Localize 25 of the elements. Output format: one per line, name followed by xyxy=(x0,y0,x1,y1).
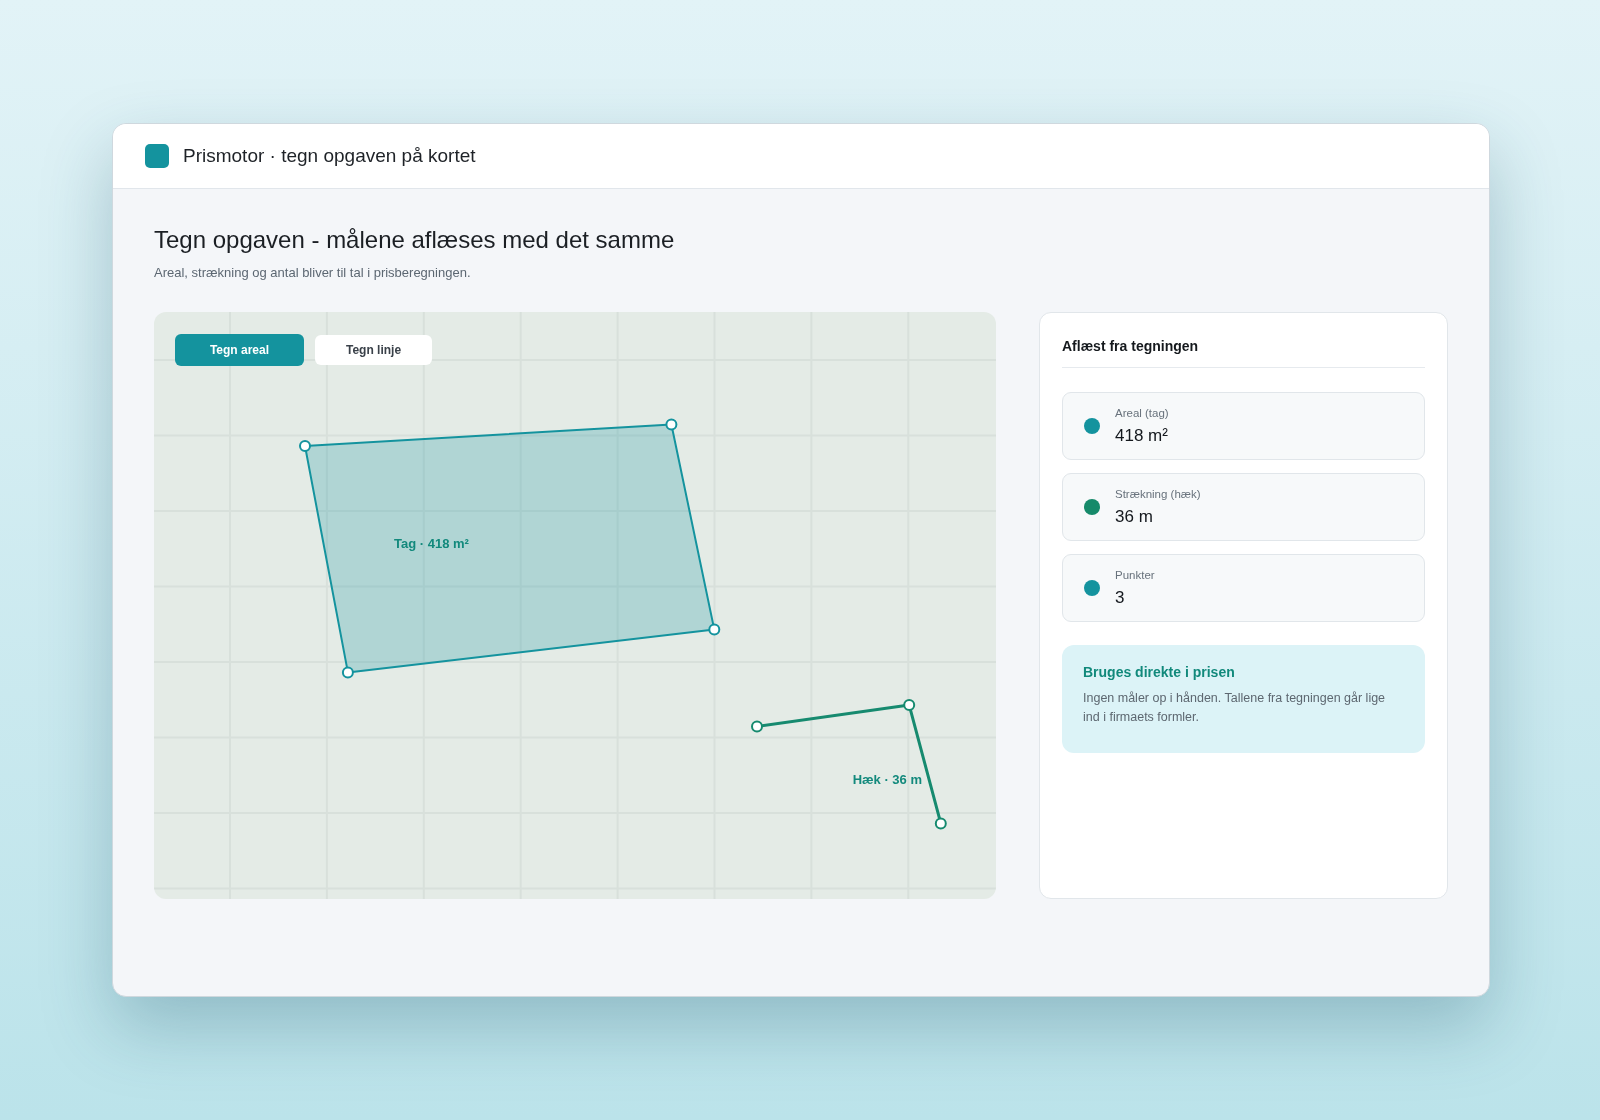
vertex-handle[interactable] xyxy=(934,817,947,830)
page-subtitle: Areal, strækning og antal bliver til tal i prisberegningen. xyxy=(154,264,471,282)
vertex-handle[interactable] xyxy=(708,623,721,636)
reading-value: 36 m xyxy=(1115,506,1154,528)
shape-label: Tag · 418 m² xyxy=(394,535,469,551)
tool-tab[interactable]: Tegn areal xyxy=(175,334,304,366)
reading-value: 418 m² xyxy=(1115,425,1169,447)
reading-label: Areal (tag) xyxy=(1115,406,1169,421)
tool-tab[interactable]: Tegn linje xyxy=(315,335,432,365)
reading-label: Punkter xyxy=(1115,568,1155,583)
logo-icon xyxy=(145,144,169,168)
map-canvas[interactable]: Tag · 418 m² Hæk · 36 m Tegn areal Tegn linje xyxy=(154,312,996,899)
reading-label: Strækning (hæk) xyxy=(1115,487,1201,502)
note-title: Bruges direkte i prisen xyxy=(1083,663,1236,682)
reading-value: 3 xyxy=(1115,587,1126,609)
vertex-handle[interactable] xyxy=(665,418,678,431)
vertex-handle[interactable] xyxy=(751,720,763,733)
page-heading: Tegn opgaven - målene aflæses med det samme xyxy=(154,225,675,255)
panel-title: Aflæst fra tegningen xyxy=(1062,338,1199,354)
note-text: Ingen måler op i hånden. Tallene fra tegningen går lige ind i firmaets formler. xyxy=(1083,690,1387,726)
shape-label: Hæk · 36 m xyxy=(852,771,922,787)
vertex-handle[interactable] xyxy=(341,666,354,679)
vertex-handle[interactable] xyxy=(299,440,311,452)
vertex-handle[interactable] xyxy=(903,699,916,712)
window-title: Prismotor · tegn opgaven på kortet xyxy=(183,144,476,168)
